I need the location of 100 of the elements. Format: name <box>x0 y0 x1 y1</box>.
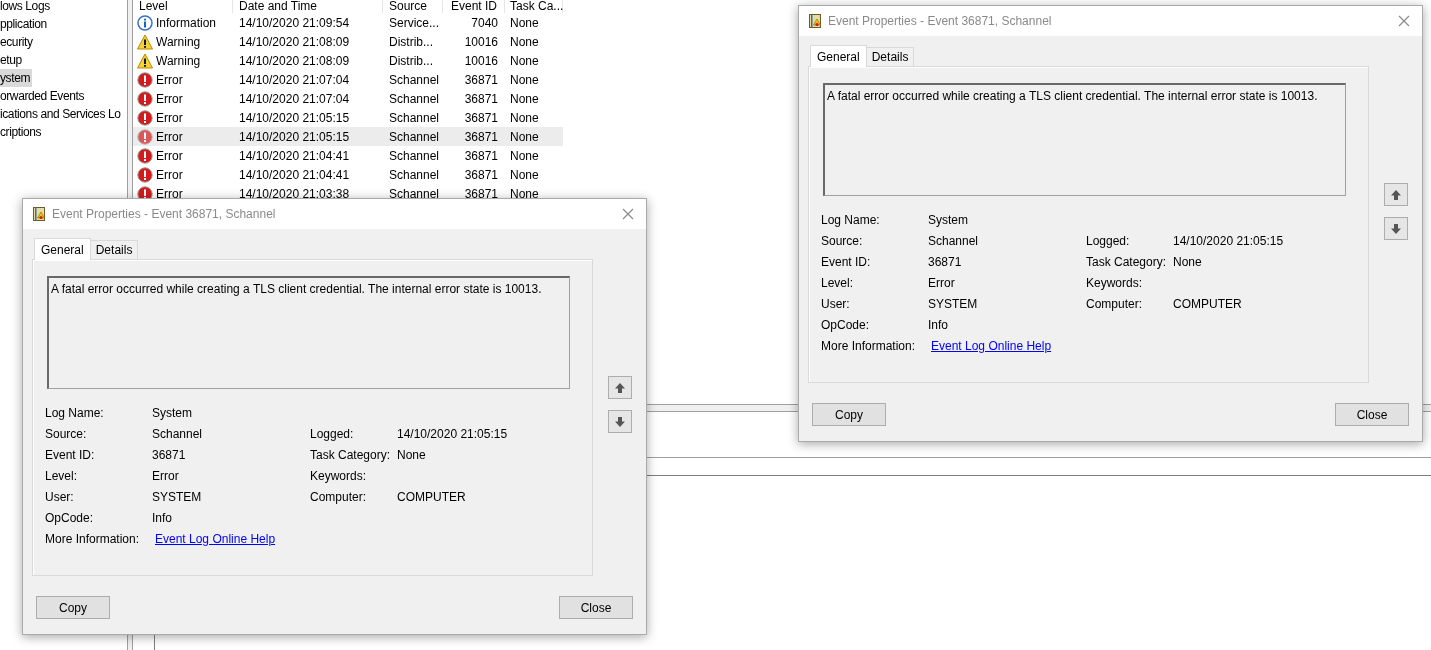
down-button[interactable] <box>1384 217 1408 240</box>
table-cell-text: 7040 <box>471 14 498 32</box>
dialog-button[interactable]: Close <box>1335 403 1409 426</box>
table-cell-text: Schannel <box>389 90 440 108</box>
table-cell-text: None <box>510 147 539 165</box>
field-label: User: <box>45 488 75 506</box>
table-cell-text: 14/10/2020 21:07:04 <box>239 90 350 108</box>
up-arrow-icon <box>1390 188 1402 201</box>
table-row[interactable]: Error 14/10/2020 21:04:41 Schannel 36871 None <box>133 165 563 184</box>
table-cell-text: None <box>510 90 539 108</box>
table-cell-text: Schannel <box>389 128 440 146</box>
field-value: SYSTEM <box>152 488 202 506</box>
field-label: Event ID: <box>45 446 96 464</box>
table-cell-text: Schannel <box>389 147 440 165</box>
table-cell-text: None <box>510 109 539 127</box>
table-cell-text: 14/10/2020 21:03:38 <box>239 185 350 203</box>
dialog-button[interactable]: Copy <box>36 596 110 619</box>
field-label: Source: <box>45 425 88 443</box>
error-icon <box>137 166 153 183</box>
field-label: OpCode: <box>45 509 95 527</box>
field-value: None <box>397 446 426 464</box>
tree-item[interactable]: pplication <box>0 15 47 33</box>
table-row[interactable]: Error 14/10/2020 21:07:04 Schannel 36871 None <box>133 70 563 89</box>
field-label: Log Name: <box>45 404 105 422</box>
help-link[interactable]: Event Log Online Help <box>155 529 276 548</box>
field-label: Level: <box>45 467 79 485</box>
table-cell-text: Error <box>156 109 183 127</box>
field-label: Keywords: <box>1086 274 1144 292</box>
table-cell-text: None <box>510 33 539 51</box>
table-cell-text: None <box>510 52 539 70</box>
table-row[interactable]: Warning 14/10/2020 21:08:09 Distrib... 10016 None <box>133 32 563 51</box>
field-value: Schannel <box>152 425 203 443</box>
field-label: Logged: <box>310 425 355 443</box>
table-cell-text: 14/10/2020 21:07:04 <box>239 71 350 89</box>
table-cell-text: Error <box>156 71 183 89</box>
field-label: User: <box>821 295 851 313</box>
field-label: Task Category: <box>1086 253 1168 271</box>
message-text: A fatal error occurred while creating a TLS client credential. The internal error state is 10013. <box>51 282 543 297</box>
information-icon <box>137 14 153 31</box>
table-cell-text: 36871 <box>464 166 498 184</box>
field-value: Error <box>152 467 179 485</box>
warning-icon <box>137 33 153 50</box>
table-cell-text: 10016 <box>464 33 498 51</box>
tree-item[interactable]: ecurity <box>0 33 33 51</box>
table-row[interactable]: Error 14/10/2020 21:07:04 Schannel 36871 None <box>133 89 563 108</box>
field-value: Error <box>928 274 955 292</box>
field-value: Info <box>928 316 948 334</box>
tab[interactable]: Details <box>90 240 139 259</box>
table-row[interactable]: Error 14/10/2020 21:05:15 Schannel 36871 None <box>133 108 563 127</box>
down-arrow-icon <box>614 415 626 428</box>
field-value: COMPUTER <box>397 488 466 506</box>
table-row[interactable]: Information 14/10/2020 21:09:54 Service... 7040 None <box>133 13 563 32</box>
field-label: OpCode: <box>821 316 871 334</box>
event-log-icon <box>808 13 822 29</box>
field-label: Keywords: <box>310 467 368 485</box>
down-button[interactable] <box>608 410 632 433</box>
table-cell-text: Distrib... <box>389 33 433 51</box>
dialog-button[interactable]: Copy <box>812 403 886 426</box>
tree-item[interactable]: ications and Services Lo <box>0 105 121 123</box>
event-log-icon <box>32 206 46 222</box>
tree-item[interactable]: orwarded Events <box>0 87 85 105</box>
close-icon <box>622 208 634 220</box>
up-button[interactable] <box>608 376 632 399</box>
dialog-button[interactable]: Close <box>559 596 633 619</box>
field-value: System <box>928 211 968 229</box>
tree-item[interactable]: criptions <box>0 123 42 141</box>
field-value: SYSTEM <box>928 295 978 313</box>
table-cell-text: Schannel <box>389 71 440 89</box>
column-header[interactable]: Date and Time <box>239 0 318 13</box>
up-button[interactable] <box>1384 183 1408 206</box>
table-cell-text: 14/10/2020 21:04:41 <box>239 147 350 165</box>
tab[interactable]: General <box>810 45 867 67</box>
tree-item[interactable]: etup <box>0 51 22 69</box>
table-cell-text: None <box>510 185 539 203</box>
table-cell-text: 14/10/2020 21:08:09 <box>239 52 350 70</box>
close-icon <box>1398 15 1410 27</box>
tab[interactable]: Details <box>866 47 915 66</box>
column-header[interactable]: Event ID <box>450 0 497 13</box>
up-arrow-icon <box>614 381 626 394</box>
help-link[interactable]: Event Log Online Help <box>931 336 1052 355</box>
field-label: Logged: <box>1086 232 1131 250</box>
tab[interactable]: General <box>34 238 91 260</box>
table-cell-text: 14/10/2020 21:04:41 <box>239 166 350 184</box>
column-header[interactable]: Task Ca... <box>510 0 564 13</box>
tree-item[interactable]: ystem <box>0 69 32 87</box>
table-cell-text: Schannel <box>389 185 440 203</box>
table-row[interactable]: Warning 14/10/2020 21:08:09 Distrib... 10016 None <box>133 51 563 70</box>
table-cell-text: None <box>510 166 539 184</box>
field-label: Log Name: <box>821 211 881 229</box>
field-value: COMPUTER <box>1173 295 1242 313</box>
column-header[interactable]: Source <box>389 0 428 13</box>
column-header[interactable]: Level <box>139 0 168 13</box>
table-cell-text: 36871 <box>464 147 498 165</box>
field-value: 36871 <box>928 253 962 271</box>
field-label: Event ID: <box>821 253 872 271</box>
table-row[interactable]: Error 14/10/2020 21:04:41 Schannel 36871 None <box>133 146 563 165</box>
table-cell-text: Warning <box>156 52 201 70</box>
table-row[interactable]: Error 14/10/2020 21:05:15 Schannel 36871 None <box>133 127 563 146</box>
tree-item[interactable]: lows Logs <box>0 0 50 15</box>
table-cell-text: Service... <box>389 14 439 32</box>
